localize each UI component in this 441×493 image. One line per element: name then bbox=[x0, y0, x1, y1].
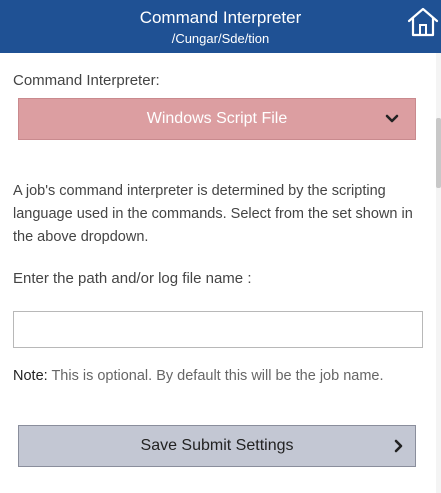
interpreter-description: A job's command interpreter is determine… bbox=[13, 183, 413, 245]
scrollbar-thumb[interactable] bbox=[436, 118, 441, 188]
home-button[interactable] bbox=[406, 6, 440, 38]
chevron-down-icon bbox=[385, 114, 399, 123]
app-header: Command Interpreter /Cungar/Sde/tion bbox=[0, 0, 441, 53]
interpreter-label: Command Interpreter: bbox=[13, 72, 160, 89]
note-label: Note: bbox=[13, 368, 48, 384]
chevron-right-icon bbox=[394, 439, 403, 453]
interpreter-dropdown[interactable]: Windows Script File bbox=[18, 98, 416, 140]
page-subtitle-path: /Cungar/Sde/tion bbox=[171, 31, 270, 46]
interpreter-selected-value: Windows Script File bbox=[146, 110, 288, 127]
note-body: This is optional. By default this will b… bbox=[47, 368, 384, 384]
home-icon bbox=[407, 7, 439, 37]
page-title: Command Interpreter bbox=[139, 8, 302, 27]
note-text: Note: This is optional. By default this … bbox=[13, 366, 413, 387]
log-path-label: Enter the path and/or log file name : bbox=[13, 270, 252, 287]
save-submit-settings-button[interactable]: Save Submit Settings bbox=[18, 425, 416, 467]
save-button-label: Save Submit Settings bbox=[140, 437, 294, 454]
log-path-input[interactable] bbox=[13, 311, 423, 348]
